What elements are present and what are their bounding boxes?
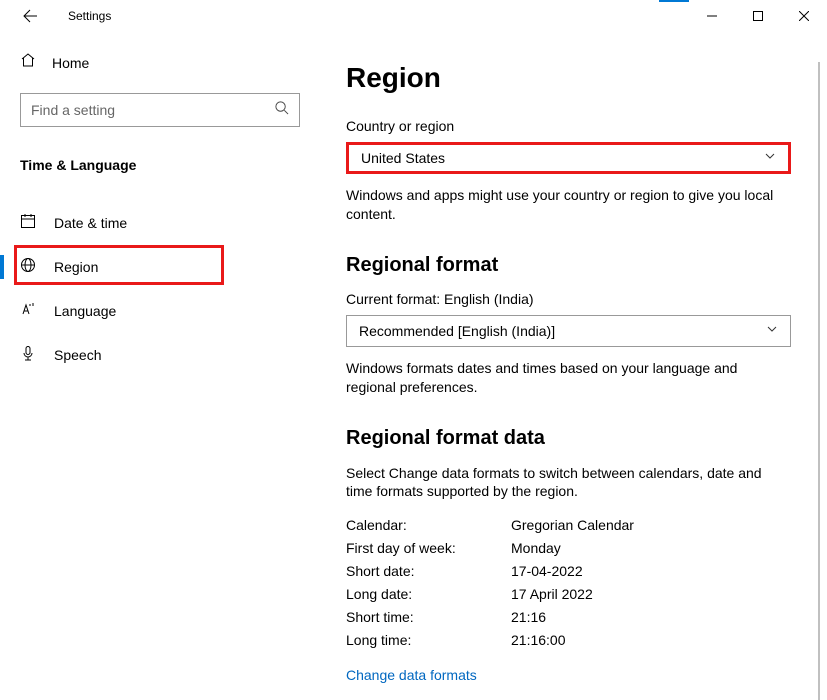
nav-list: Date & time Region Language [0,201,300,377]
data-key: Calendar: [346,517,511,533]
scrollbar[interactable] [818,62,820,700]
data-value: 17-04-2022 [511,563,583,579]
current-format-label: Current format: [346,291,444,307]
format-helper: Windows formats dates and times based on… [346,359,791,397]
chevron-down-icon [764,149,776,167]
data-row: First day of week: Monday [346,540,797,556]
country-label: Country or region [346,118,797,134]
home-label: Home [52,55,89,71]
country-dropdown[interactable]: United States [346,142,791,174]
maximize-button[interactable] [735,0,781,32]
search-icon [274,100,289,120]
regional-format-title: Regional format [346,254,797,277]
format-data-grid: Calendar: Gregorian Calendar First day o… [346,517,797,648]
nav-item-date-time[interactable]: Date & time [0,201,300,245]
data-value: Monday [511,540,561,556]
data-row: Long date: 17 April 2022 [346,586,797,602]
data-value: 21:16 [511,609,546,625]
window-controls [689,0,827,32]
chevron-down-icon [766,322,778,340]
data-value: Gregorian Calendar [511,517,634,533]
back-button[interactable] [22,8,38,24]
nav-label: Speech [54,347,101,363]
format-data-title: Regional format data [346,427,797,450]
data-row: Short time: 21:16 [346,609,797,625]
nav-item-region[interactable]: Region [0,245,300,289]
data-value: 17 April 2022 [511,586,593,602]
data-row: Calendar: Gregorian Calendar [346,517,797,533]
minimize-button[interactable] [689,0,735,32]
data-row: Short date: 17-04-2022 [346,563,797,579]
data-key: Short time: [346,609,511,625]
nav-label: Date & time [54,215,127,231]
search-placeholder: Find a setting [31,102,274,118]
current-format-row: Current format: English (India) [346,291,797,307]
format-dropdown[interactable]: Recommended [English (India)] [346,315,791,347]
category-title: Time & Language [20,157,300,173]
nav-label: Region [54,259,98,275]
home-nav[interactable]: Home [20,52,300,73]
content-area: Region Country or region United States W… [320,32,827,700]
window-title: Settings [68,9,111,23]
nav-label: Language [54,303,116,319]
country-dropdown-value: United States [361,150,445,166]
highlight-box [14,245,224,285]
nav-item-language[interactable]: Language [0,289,300,333]
search-input[interactable]: Find a setting [20,93,300,127]
close-button[interactable] [781,0,827,32]
data-row: Long time: 21:16:00 [346,632,797,648]
data-value: 21:16:00 [511,632,566,648]
page-title: Region [346,62,797,94]
data-key: Long time: [346,632,511,648]
language-icon [20,301,36,322]
data-key: Long date: [346,586,511,602]
change-formats-link[interactable]: Change data formats [346,667,477,683]
country-helper: Windows and apps might use your country … [346,186,791,224]
calendar-icon [20,213,36,234]
microphone-icon [20,345,36,366]
data-key: Short date: [346,563,511,579]
titlebar: Settings [0,0,827,32]
home-icon [20,52,36,73]
sidebar: Home Find a setting Time & Language Date… [0,32,320,700]
globe-icon [20,257,36,278]
format-data-intro: Select Change data formats to switch bet… [346,464,791,502]
accent-indicator [659,0,689,2]
data-key: First day of week: [346,540,511,556]
format-dropdown-value: Recommended [English (India)] [359,323,555,339]
current-format-value: English (India) [444,291,534,307]
nav-item-speech[interactable]: Speech [0,333,300,377]
